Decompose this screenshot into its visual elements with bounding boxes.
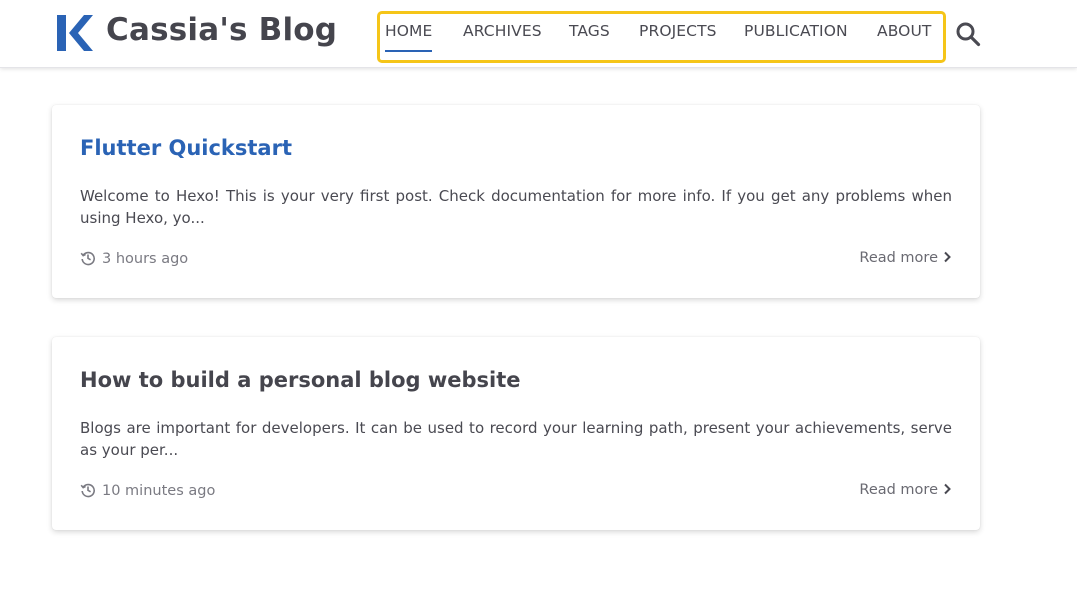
history-clock-icon: [80, 483, 95, 498]
read-more-label: Read more: [859, 482, 938, 498]
chevron-right-icon: [944, 251, 951, 263]
site-header: Cassia's Blog HOME ARCHIVES TAGS PROJECT…: [0, 0, 1077, 68]
post-excerpt: Welcome to Hexo! This is your very first…: [80, 187, 952, 227]
post-card: Flutter Quickstart Welcome to Hexo! This…: [52, 105, 980, 298]
logo-icon[interactable]: [57, 15, 93, 51]
post-time: 3 hours ago: [80, 250, 188, 267]
nav-item-home[interactable]: HOME: [385, 22, 433, 52]
post-excerpt: Blogs are important for developers. It c…: [80, 419, 952, 459]
search-icon[interactable]: [955, 21, 981, 47]
read-more-link[interactable]: Read more: [859, 250, 952, 266]
nav-item-publication[interactable]: PUBLICATION: [744, 22, 848, 40]
nav-item-archives[interactable]: ARCHIVES: [463, 22, 542, 40]
nav-item-about[interactable]: ABOUT: [877, 22, 931, 40]
chevron-right-icon: [944, 483, 951, 495]
post-time-text: 10 minutes ago: [102, 483, 216, 499]
site-title[interactable]: Cassia's Blog: [106, 12, 337, 48]
read-more-link[interactable]: Read more: [859, 482, 952, 498]
post-title[interactable]: Flutter Quickstart: [80, 136, 292, 160]
history-clock-icon: [80, 251, 95, 266]
read-more-label: Read more: [859, 250, 938, 266]
nav-item-projects[interactable]: PROJECTS: [639, 22, 717, 40]
post-time: 10 minutes ago: [80, 482, 215, 499]
post-title[interactable]: How to build a personal blog website: [80, 368, 521, 392]
post-time-text: 3 hours ago: [102, 251, 189, 267]
nav-item-tags[interactable]: TAGS: [569, 22, 610, 40]
post-card: How to build a personal blog website Blo…: [52, 337, 980, 530]
